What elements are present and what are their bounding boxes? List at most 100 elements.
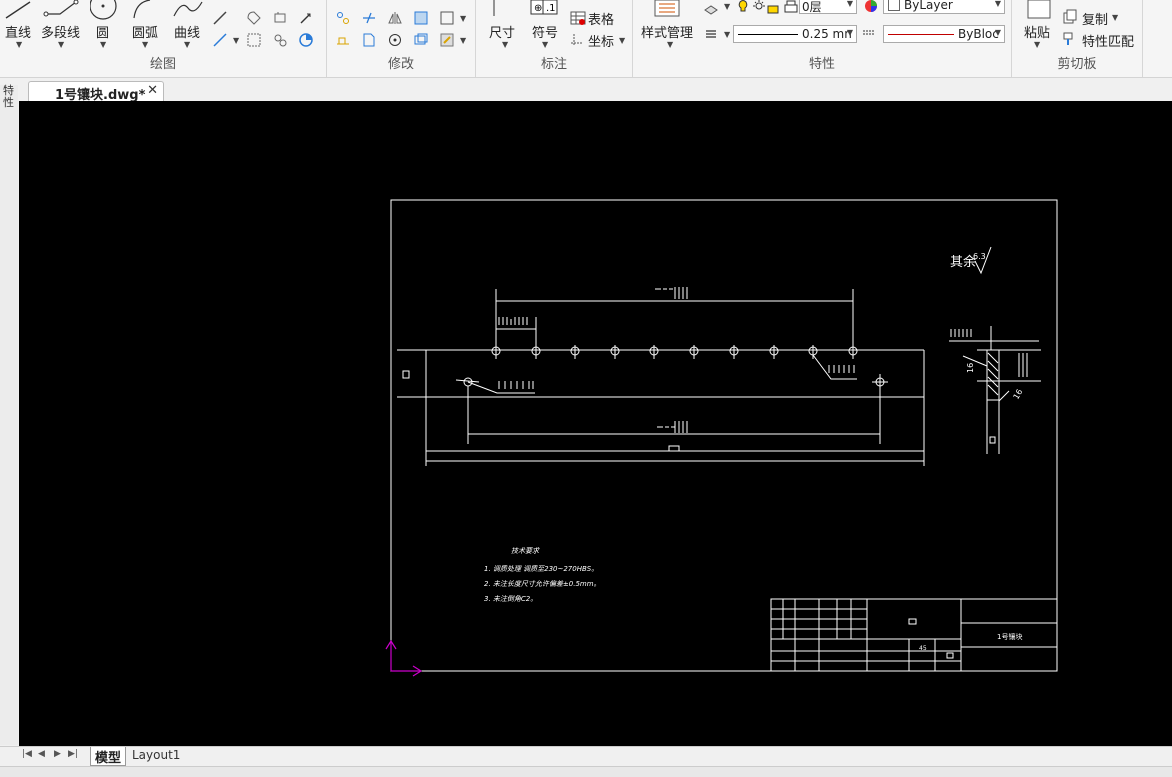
offset-icon[interactable] — [439, 10, 455, 26]
chevron-down-icon[interactable]: ▼ — [460, 14, 466, 23]
color-value: ByLayer — [904, 0, 953, 12]
curve-label: 曲线 — [174, 26, 201, 41]
chevron-down-icon: ▼ — [58, 40, 65, 49]
linetype-select[interactable]: ByBloc ▼ — [883, 25, 1005, 43]
ucs-icon — [385, 639, 423, 677]
layer-select[interactable]: 0层 ▼ — [799, 0, 857, 14]
boundary-icon[interactable] — [246, 32, 262, 48]
color-select[interactable]: ByLayer ▼ — [883, 0, 1005, 14]
chevron-down-icon: ▼ — [542, 40, 549, 49]
chevron-down-icon: ▼ — [846, 28, 853, 37]
stretch-icon[interactable] — [335, 10, 351, 26]
layer-value: 0层 — [802, 0, 822, 14]
arc-label: 圆弧 — [132, 26, 159, 41]
chevron-down-icon[interactable]: ▼ — [724, 30, 730, 39]
chevron-down-icon[interactable]: ▼ — [460, 36, 466, 45]
layer-properties-icon[interactable] — [703, 0, 719, 16]
extend-icon[interactable] — [335, 32, 351, 48]
color-wheel-icon[interactable] — [863, 0, 879, 14]
chevron-down-icon[interactable]: ▼ — [233, 36, 239, 45]
hatch-icon[interactable] — [272, 32, 288, 48]
layout1-tab[interactable]: Layout1 — [132, 748, 180, 762]
style-manager-button[interactable]: 样式管理 ▼ — [639, 0, 695, 50]
note-line-3: 3. 未注倒角C2。 — [484, 595, 537, 603]
symbol-label: 符号 — [532, 26, 559, 41]
drawing-canvas[interactable]: 其余 6.3 16 16 技术要求 1. 调质处理 调质至230~270HBS。… — [19, 101, 1172, 746]
trim-icon[interactable] — [361, 10, 377, 26]
side-view: 16 16 — [949, 326, 1041, 454]
table-label[interactable]: 表格 — [588, 9, 614, 28]
construction-line-icon[interactable] — [212, 10, 228, 26]
block-icon[interactable] — [272, 10, 288, 26]
circle-button[interactable]: 圆 ▼ — [90, 0, 118, 50]
style-manager-label: 样式管理 — [641, 26, 694, 41]
coordinate-label[interactable]: 坐标 — [588, 31, 614, 50]
pie-chart-icon[interactable] — [298, 32, 314, 48]
notes-title: 技术要求 — [511, 547, 540, 555]
document-tab[interactable]: 1号镶块.dwg* ✕ — [28, 81, 164, 103]
arc-button[interactable]: 圆弧 ▼ — [130, 0, 162, 50]
array-icon[interactable] — [413, 32, 429, 48]
region-icon[interactable] — [246, 10, 262, 26]
dimension-icon — [493, 0, 495, 16]
close-icon[interactable]: ✕ — [147, 83, 158, 98]
pick-point-icon[interactable] — [298, 10, 314, 26]
command-bar[interactable] — [0, 766, 1172, 777]
chevron-down-icon: ▼ — [994, 0, 1001, 8]
first-layout-icon[interactable]: |◀ — [22, 749, 32, 759]
line-label: 直线 — [5, 26, 32, 41]
symbol-button[interactable]: ⊕ .1 符号 ▼ — [530, 0, 562, 50]
copy-label[interactable]: 复制 — [1082, 9, 1108, 28]
chevron-down-icon: ▼ — [142, 40, 149, 49]
next-layout-icon[interactable]: ▶ — [54, 749, 61, 759]
lightbulb-icon[interactable] — [735, 0, 751, 16]
chevron-down-icon[interactable]: ▼ — [619, 36, 625, 45]
coordinate-icon[interactable] — [570, 32, 586, 48]
mirror-icon[interactable] — [387, 10, 403, 26]
document-tab-bar: 1号镶块.dwg* ✕ — [0, 78, 1172, 103]
side-strip-text: 特性 — [3, 84, 14, 109]
lineweight-list-icon[interactable] — [703, 26, 719, 42]
printer-icon[interactable] — [783, 0, 799, 16]
chevron-down-icon[interactable]: ▼ — [1112, 13, 1118, 22]
chevron-down-icon: ▼ — [667, 40, 674, 49]
line-button[interactable]: 直线 ▼ — [2, 0, 36, 50]
properties-side-strip[interactable]: 特性 — [0, 85, 18, 745]
polyline-button[interactable]: 多段线 ▼ — [40, 0, 82, 50]
chevron-down-icon[interactable]: ▼ — [724, 2, 730, 11]
rotate-icon[interactable] — [387, 32, 403, 48]
title-part-name: 1号镶块 — [997, 632, 1022, 641]
dimension-button[interactable]: 尺寸 ▼ — [484, 0, 524, 50]
modify-group: ▼ ▼ 修改 — [327, 0, 476, 77]
edit-icon[interactable] — [439, 32, 455, 48]
paste-button[interactable]: 粘贴 ▼ — [1022, 0, 1056, 50]
linetype-icon[interactable] — [861, 26, 877, 42]
model-tab[interactable]: 模型 — [90, 747, 127, 766]
match-properties-icon[interactable] — [1062, 31, 1078, 47]
polyline-icon — [43, 0, 79, 17]
rectangle-icon[interactable] — [413, 10, 429, 26]
curve-button[interactable]: 曲线 ▼ — [172, 0, 204, 50]
chevron-down-icon: ▼ — [184, 40, 191, 49]
properties-group: 样式管理 ▼ ▼ 0层 ▼ ByLayer ▼ ▼ 0.25 mn ▼ ByBl… — [633, 0, 1012, 77]
geometric-tolerance-icon: ⊕ .1 — [530, 0, 558, 15]
draw-group-label: 绘图 — [149, 57, 176, 72]
style-manager-icon — [654, 0, 680, 17]
layout-tab-bar: |◀ ◀ ▶ ▶| 模型 Layout1 — [0, 746, 1172, 767]
properties-group-label: 特性 — [808, 57, 835, 72]
ray-line-icon[interactable] — [212, 32, 228, 48]
last-layout-icon[interactable]: ▶| — [68, 749, 78, 759]
match-properties-label[interactable]: 特性匹配 — [1082, 31, 1134, 50]
lock-icon[interactable] — [765, 0, 781, 16]
copy-icon[interactable] — [1062, 9, 1078, 25]
copy-page-icon[interactable] — [361, 32, 377, 48]
table-icon[interactable] — [570, 10, 586, 26]
chevron-down-icon: ▼ — [994, 28, 1001, 37]
ribbon: 直线 ▼ 多段线 ▼ 圆 ▼ 圆弧 ▼ 曲线 ▼ ▼ 绘图 ▼ ▼ 修改 尺寸 … — [0, 0, 1172, 78]
linetype-line — [888, 34, 954, 35]
prev-layout-icon[interactable]: ◀ — [38, 749, 45, 759]
note-line-2: 2. 未注长度尺寸允许偏差±0.5mm。 — [484, 580, 601, 588]
circle-label: 圆 — [96, 26, 110, 41]
lineweight-select[interactable]: 0.25 mn ▼ — [733, 25, 857, 43]
circle-icon — [90, 0, 117, 20]
